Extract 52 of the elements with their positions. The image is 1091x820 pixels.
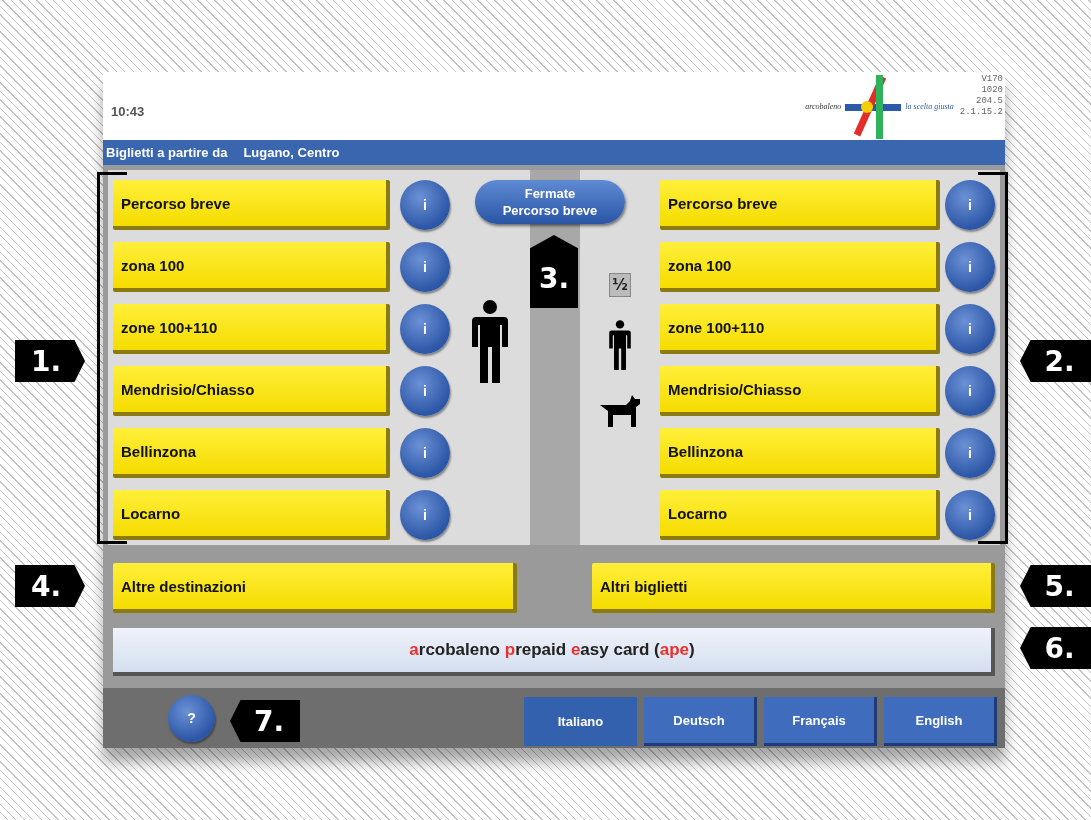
stops-button[interactable]: Fermate Percorso breve — [475, 180, 625, 224]
version-text: 204.5 — [976, 96, 1003, 107]
info-button[interactable]: i — [400, 490, 450, 540]
person-icon — [470, 300, 510, 386]
version-text: V170 — [981, 74, 1003, 85]
version-text: 1020 — [981, 85, 1003, 96]
info-button[interactable]: i — [945, 304, 995, 354]
title-label: Biglietti a partire da — [106, 145, 228, 160]
language-button[interactable]: Deutsch — [644, 697, 757, 746]
ticket-button[interactable]: Mendrisio/Chiasso — [113, 366, 390, 416]
ticket-button[interactable]: zone 100+110 — [113, 304, 390, 354]
info-button[interactable]: i — [400, 366, 450, 416]
callout-marker: 4. — [15, 565, 85, 607]
ticket-button[interactable]: Percorso breve — [113, 180, 390, 230]
ticket-button[interactable]: Mendrisio/Chiasso — [660, 366, 940, 416]
info-button[interactable]: i — [400, 428, 450, 478]
info-button[interactable]: i — [400, 180, 450, 230]
language-button[interactable]: English — [884, 697, 997, 746]
info-button[interactable]: i — [945, 366, 995, 416]
info-button[interactable]: i — [945, 242, 995, 292]
logo-text: la scelta giusta — [905, 101, 954, 111]
callout-marker: 3. — [530, 235, 578, 308]
info-button[interactable]: i — [400, 242, 450, 292]
other-destinations-button[interactable]: Altre destinazioni — [113, 563, 517, 613]
info-button[interactable]: i — [400, 304, 450, 354]
info-button[interactable]: i — [945, 428, 995, 478]
logo-icon — [843, 73, 904, 139]
help-button[interactable]: ? — [168, 694, 215, 742]
clock-time: 10:43 — [111, 103, 145, 119]
ticket-button[interactable]: zona 100 — [660, 242, 940, 292]
ticket-button[interactable]: zone 100+110 — [660, 304, 940, 354]
info-button[interactable]: i — [945, 490, 995, 540]
ticket-button[interactable]: Bellinzona — [113, 428, 390, 478]
ticket-button[interactable]: Bellinzona — [660, 428, 940, 478]
version-text: 2.1.15.2 — [959, 107, 1003, 118]
logo-text: arcobaleno — [805, 101, 842, 111]
callout-marker: 2. — [1020, 340, 1091, 382]
half-fare-icon: ½ — [609, 273, 631, 297]
callout-marker: 7. — [230, 700, 300, 742]
callout-marker: 6. — [1020, 627, 1091, 669]
ticket-button[interactable]: Locarno — [113, 490, 390, 540]
language-button[interactable]: Italiano — [524, 697, 637, 746]
ape-card-button[interactable]: arcobaleno prepaid easy card (ape) — [113, 628, 995, 676]
ticket-button[interactable]: Locarno — [660, 490, 940, 540]
other-tickets-button[interactable]: Altri biglietti — [592, 563, 995, 613]
origin-station: Lugano, Centro — [243, 145, 340, 160]
callout-marker: 5. — [1020, 565, 1091, 607]
info-button[interactable]: i — [945, 180, 995, 230]
language-button[interactable]: Français — [764, 697, 877, 746]
ticket-button[interactable]: Percorso breve — [660, 180, 940, 230]
callout-marker: 1. — [15, 340, 85, 382]
ticket-button[interactable]: zona 100 — [113, 242, 390, 292]
